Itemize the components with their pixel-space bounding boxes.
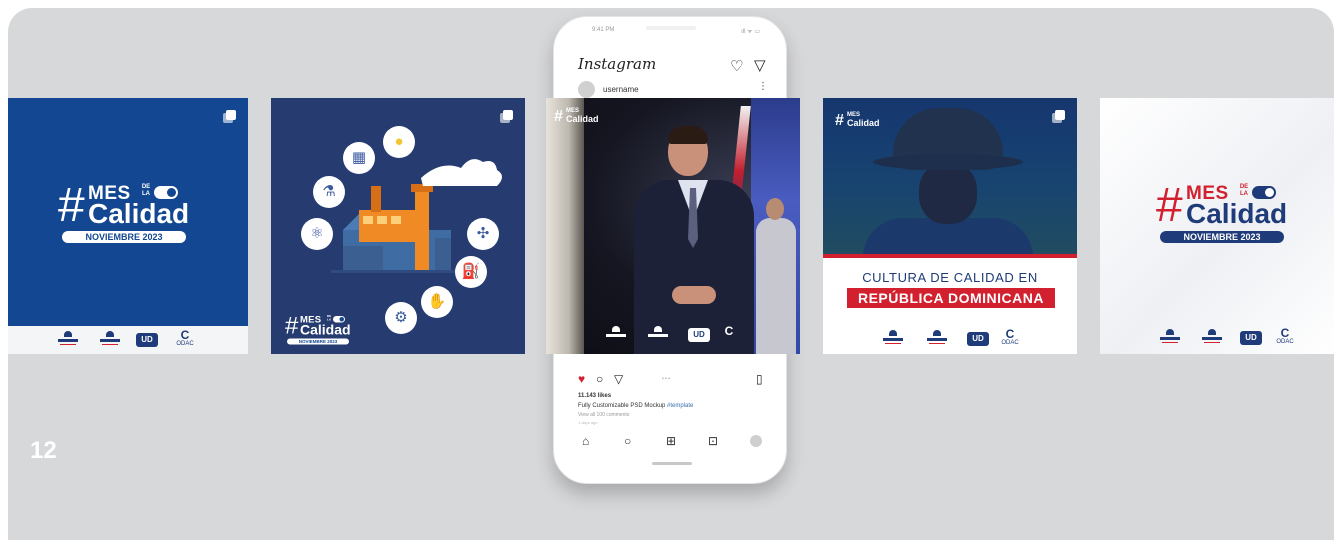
government-seal-icon — [927, 330, 947, 348]
valve-icon: ⚙ — [385, 302, 417, 334]
oil-pump-icon: ⛽ — [455, 256, 487, 288]
wind-turbine-icon: ✣ — [467, 218, 499, 250]
multiple-images-icon — [223, 110, 236, 123]
post-caption: Fully Customizable PSD Mockup #template — [578, 403, 693, 409]
search-icon[interactable]: ○ — [624, 432, 631, 450]
caption-hashtag[interactable]: #template — [667, 403, 693, 409]
send-icon[interactable]: ▽ — [614, 372, 623, 386]
logo-de-la: DE LA — [326, 315, 332, 322]
post-logo-blue[interactable]: # MES DE LA Calidad NOVIEMBRE 2023 UD CO… — [8, 98, 248, 354]
odac-logo: C ODAC — [174, 328, 196, 347]
logo-calidad: Calidad — [1186, 198, 1288, 229]
logo-de-la: DE LA — [1239, 184, 1249, 197]
headline-line2: REPÚBLICA DOMINICANA — [847, 288, 1055, 308]
partner-footer: UD C ODAC — [823, 326, 1077, 354]
government-seal-icon — [606, 326, 626, 344]
partner-footer: UD C ODAC — [1100, 326, 1334, 354]
ud-logo: UD — [136, 333, 158, 347]
speaker-figure — [634, 126, 754, 354]
curtain — [546, 98, 584, 354]
headline-line1: CULTURA DE CALIDAD EN — [862, 270, 1038, 285]
government-seal-icon — [100, 331, 120, 349]
post-logo-white[interactable]: # MES DE LA Calidad NOVIEMBRE 2023 UD CO… — [1100, 98, 1334, 354]
logo-hash: # — [285, 312, 299, 339]
ud-logo: UD — [1240, 331, 1262, 345]
post-culture-of-quality[interactable]: # MES Calidad CULTURA DE CALIDAD EN REPÚ… — [823, 98, 1077, 354]
government-seal-icon — [1202, 329, 1222, 347]
status-bar: 9:41 PM ıll ᯤ ▭ — [554, 25, 786, 35]
post-speaker-photo[interactable]: # MES Calidad UD C — [546, 98, 800, 354]
likes-count[interactable]: 11.143 likes — [578, 393, 611, 399]
government-seal-icon — [58, 331, 78, 349]
mes-calidad-logo-tiny: # MES Calidad — [554, 108, 599, 126]
status-icons: ıll ᯤ ▭ — [741, 29, 760, 35]
comment-icon[interactable]: ○ — [596, 372, 603, 386]
odac-label: ODAC — [1276, 339, 1294, 345]
logo-calidad: Calidad — [88, 198, 190, 229]
odac-label: ODAC — [1001, 340, 1019, 346]
shop-icon[interactable]: ⊡ — [708, 432, 718, 450]
caption-text: Fully Customizable PSD Mockup — [578, 403, 666, 409]
home-indicator[interactable] — [652, 462, 692, 465]
government-seal-icon — [883, 330, 903, 348]
logo-month: NOVIEMBRE 2023 — [287, 338, 349, 345]
more-options-icon[interactable]: ⋮ — [758, 81, 768, 92]
avatar[interactable] — [578, 81, 595, 98]
odac-c: C — [1280, 326, 1290, 340]
ud-logo: UD — [967, 332, 989, 346]
bottom-navigation: ⌂ ○ ⊞ ⊡ — [576, 432, 766, 450]
odac-logo: C ODAC — [999, 327, 1021, 346]
government-seal-icon — [648, 326, 668, 344]
carousel-dots: • • • — [662, 376, 671, 382]
logo-hash: # — [1156, 179, 1183, 232]
bookmark-icon[interactable]: ▯ — [756, 372, 763, 386]
send-icon[interactable]: ▽ — [754, 56, 766, 74]
partner-footer: UD C ODAC — [8, 326, 248, 354]
chevron-down-icon[interactable]: ⌄ — [645, 61, 652, 70]
odac-logo: C — [718, 324, 740, 338]
bulb-icon: ● — [383, 126, 415, 158]
mes-calidad-logo: # MES DE LA Calidad NOVIEMBRE 2023 — [1156, 182, 1296, 246]
logo-month: NOVIEMBRE 2023 — [62, 231, 186, 243]
ud-logo: UD — [688, 328, 710, 342]
post-actions: ♥ ○ ▽ • • • ▯ — [576, 372, 772, 386]
heart-icon[interactable]: ♡ — [730, 57, 743, 75]
post-time: 1 days ago — [578, 420, 598, 425]
logo-hash: # — [58, 179, 85, 232]
multiple-images-icon — [1052, 110, 1065, 123]
logo-hash: # — [554, 108, 563, 125]
mes-calidad-logo: # MES DE LA Calidad NOVIEMBRE 2023 — [58, 182, 198, 246]
logo-de-la: DE LA — [141, 184, 151, 197]
username[interactable]: username — [603, 85, 639, 94]
logo-month: NOVIEMBRE 2023 — [1160, 231, 1284, 243]
odac-logo: C ODAC — [1274, 326, 1296, 345]
logo-calidad: Calidad — [300, 322, 351, 338]
mes-calidad-logo-tiny: # MES Calidad — [835, 112, 880, 130]
mes-calidad-logo-small: # MES DE LA Calidad NOVIEMBRE 2023 — [285, 314, 351, 345]
odac-label: ODAC — [176, 341, 194, 347]
logo-hash: # — [835, 112, 844, 129]
government-seal-icon — [1160, 329, 1180, 347]
background-person — [756, 198, 796, 354]
hand-tool-icon: ✋ — [421, 286, 453, 318]
home-icon[interactable]: ⌂ — [582, 432, 589, 450]
profile-avatar[interactable] — [750, 435, 762, 447]
status-time: 9:41 PM — [592, 27, 615, 33]
heart-filled-icon[interactable]: ♥ — [578, 372, 585, 386]
partner-footer: UD C — [606, 325, 736, 344]
post-industry-illustration[interactable]: ▦ ● ⚗ ⚛ ✣ ⛽ ✋ ⚙ # MES DE LA Calidad NOVI… — [271, 98, 525, 354]
odac-c: C — [1005, 327, 1015, 341]
view-comments-link[interactable]: View all 100 comments — [578, 412, 629, 418]
logo-calidad: Calidad — [847, 118, 880, 128]
add-icon[interactable]: ⊞ — [666, 432, 676, 450]
lab-icon: ⚗ — [313, 176, 345, 208]
odac-c: C — [724, 324, 734, 338]
odac-c: C — [180, 328, 190, 342]
page-number: 12 — [30, 437, 57, 464]
chemistry-icon: ⚛ — [301, 218, 333, 250]
logo-calidad: Calidad — [566, 114, 599, 124]
meter-icon: ▦ — [343, 142, 375, 174]
